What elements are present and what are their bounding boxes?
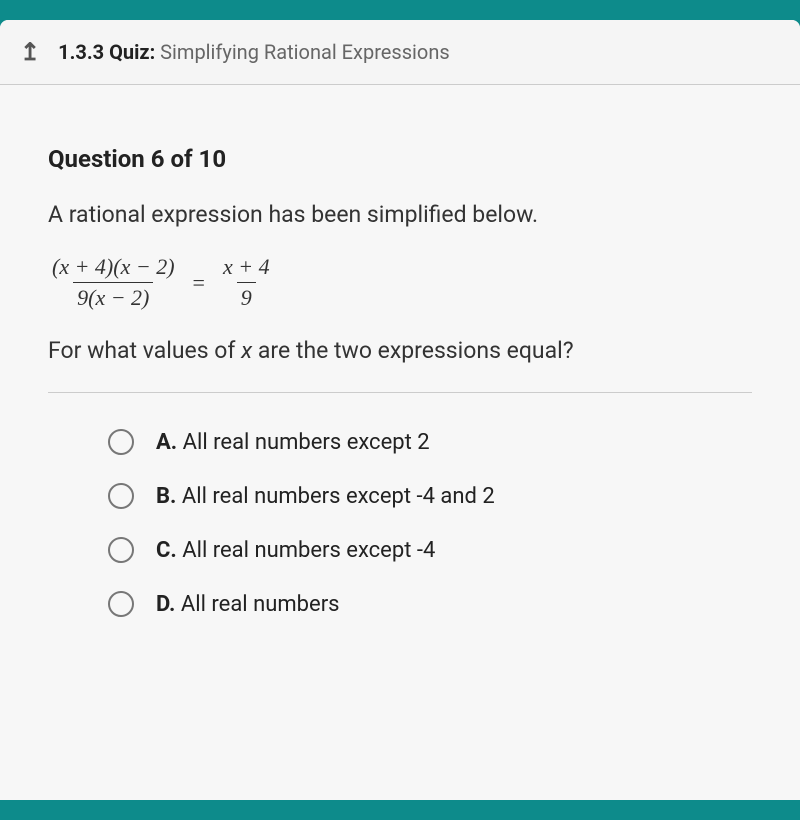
left-numerator: (x + 4)(x − 2) [48, 254, 179, 282]
option-text: A. All real numbers except 2 [156, 430, 430, 455]
quiz-header: ↥ 1.3.3 Quiz: Simplifying Rational Expre… [0, 20, 800, 85]
right-denominator: 9 [237, 282, 256, 311]
option-letter: C. [156, 538, 177, 563]
answer-options: A. All real numbers except 2 B. All real… [48, 429, 752, 617]
radio-icon[interactable] [108, 537, 134, 563]
radio-icon[interactable] [108, 591, 134, 617]
question-prompt: A rational expression has been simplifie… [48, 201, 752, 228]
option-text: B. All real numbers except -4 and 2 [156, 484, 495, 509]
option-text: D. All real numbers [156, 592, 340, 617]
section-number: 1.3.3 [58, 40, 104, 64]
divider [48, 392, 752, 393]
option-label: All real numbers except -4 and 2 [182, 484, 495, 509]
right-numerator: x + 4 [219, 254, 274, 282]
equals-sign: = [187, 270, 211, 296]
question-progress: Question 6 of 10 [48, 145, 752, 173]
left-denominator: 9(x − 2) [73, 282, 153, 311]
followup-variable: x [241, 337, 252, 364]
option-label: All real numbers [181, 592, 340, 617]
radio-icon[interactable] [108, 429, 134, 455]
option-text: C. All real numbers except -4 [156, 538, 435, 563]
back-arrow-icon[interactable]: ↥ [20, 38, 40, 66]
breadcrumb: 1.3.3 Quiz: Simplifying Rational Express… [58, 40, 450, 64]
quiz-screen: ↥ 1.3.3 Quiz: Simplifying Rational Expre… [0, 20, 800, 800]
followup-pre: For what values of [48, 337, 241, 364]
option-letter: B. [156, 484, 176, 509]
radio-icon[interactable] [108, 483, 134, 509]
option-d[interactable]: D. All real numbers [108, 591, 752, 617]
quiz-title: Simplifying Rational Expressions [160, 40, 450, 64]
option-letter: A. [156, 430, 177, 455]
equation-display: (x + 4)(x − 2) 9(x − 2) = x + 4 9 [48, 254, 752, 311]
question-content: Question 6 of 10 A rational expression h… [0, 85, 800, 800]
question-followup: For what values of x are the two express… [48, 337, 752, 364]
fraction-right: x + 4 9 [219, 254, 274, 311]
option-b[interactable]: B. All real numbers except -4 and 2 [108, 483, 752, 509]
option-c[interactable]: C. All real numbers except -4 [108, 537, 752, 563]
option-letter: D. [156, 592, 175, 617]
option-label: All real numbers except 2 [183, 430, 430, 455]
option-label: All real numbers except -4 [182, 538, 435, 563]
followup-post: are the two expressions equal? [252, 337, 573, 364]
option-a[interactable]: A. All real numbers except 2 [108, 429, 752, 455]
quiz-label: Quiz: [109, 40, 155, 64]
fraction-left: (x + 4)(x − 2) 9(x − 2) [48, 254, 179, 311]
